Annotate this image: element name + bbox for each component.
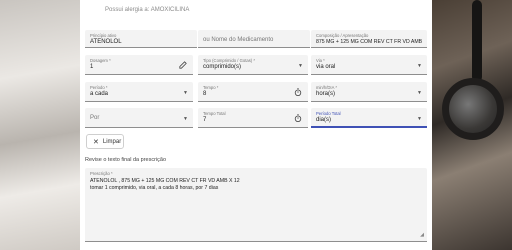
allergy-notice: Possui alergia a: AMOXICILINA: [105, 7, 190, 13]
prescription-line-1: ATENOLOL , 875 MG + 125 MG COM REV CT FR…: [90, 178, 240, 184]
prescription-label: Prescrição *: [90, 171, 113, 176]
stethoscope-tube: [472, 0, 482, 82]
prescription-textarea[interactable]: Prescrição * ATENOLOL , 875 MG + 125 MG …: [85, 168, 427, 242]
prescription-card: Possui alergia a: AMOXICILINA Princípio …: [80, 0, 432, 250]
caret-down-icon: ▼: [298, 63, 303, 69]
composition-value: 875 MG + 125 MG COM REV CT FR VD AMB: [316, 39, 423, 45]
principle-label: Princípio ativo: [90, 33, 117, 38]
background-left: [0, 0, 80, 250]
type-select[interactable]: Tipo (Comprimido / Gotas) * comprimido(s…: [198, 55, 308, 75]
stethoscope-chestpiece: [442, 78, 504, 140]
clear-button[interactable]: ✕ Limpar: [86, 134, 124, 149]
time-unit-select[interactable]: min/h/DIA * hora(s) ▼: [311, 82, 427, 102]
stopwatch-icon[interactable]: [294, 88, 302, 96]
route-value: via oral: [316, 64, 336, 70]
total-time-field[interactable]: Tempo Total 7: [198, 108, 308, 128]
route-label: Via *: [316, 58, 325, 63]
principle-value: ATENOLOL: [90, 39, 122, 45]
caret-down-icon: ▼: [417, 90, 422, 96]
pencil-icon[interactable]: [179, 61, 187, 69]
close-icon: ✕: [93, 138, 99, 146]
dosage-field[interactable]: Dosagem * 1: [85, 55, 193, 75]
for-placeholder: Por: [90, 115, 100, 121]
period-select[interactable]: Período * a cada ▼: [85, 82, 193, 102]
total-period-select[interactable]: Período Total dia(s) ▼: [311, 108, 427, 128]
period-label: Período *: [90, 85, 108, 90]
clear-button-label: Limpar: [102, 138, 122, 145]
type-value: comprimido(s): [203, 64, 242, 70]
principle-field[interactable]: Princípio ativo ATENOLOL: [85, 30, 197, 48]
review-heading: Revise o texto final da prescrição: [85, 157, 167, 163]
caret-down-icon: ▼: [417, 116, 422, 122]
background-right-stethoscope: [432, 0, 512, 250]
route-select[interactable]: Via * via oral ▼: [311, 55, 427, 75]
type-label: Tipo (Comprimido / Gotas) *: [203, 58, 255, 63]
time-value: 8: [203, 91, 207, 97]
dosage-value: 1: [90, 64, 94, 70]
total-time-label: Tempo Total: [203, 111, 226, 116]
dosage-label: Dosagem *: [90, 58, 111, 63]
composition-label: Composição / Apresentação: [316, 33, 369, 38]
medicine-name-field[interactable]: ou Nome do Medicamento: [198, 30, 310, 48]
time-field[interactable]: Tempo * 8: [198, 82, 308, 102]
period-value: a cada: [90, 91, 109, 97]
caret-down-icon: ▼: [183, 90, 188, 96]
medicine-name-placeholder: ou Nome do Medicamento: [203, 37, 274, 43]
for-select[interactable]: Por ▼: [85, 108, 193, 128]
caret-down-icon: ▼: [417, 63, 422, 69]
total-period-value: dia(s): [316, 117, 332, 123]
time-label: Tempo *: [203, 85, 219, 90]
composition-field[interactable]: Composição / Apresentação 875 MG + 125 M…: [311, 30, 427, 48]
total-time-value: 7: [203, 117, 207, 123]
time-unit-label: min/h/DIA *: [316, 85, 337, 90]
time-unit-value: hora(s): [316, 91, 336, 97]
prescription-line-2: tomar 1 comprimido, via oral, a cada 8 h…: [90, 185, 219, 191]
total-period-label: Período Total: [316, 111, 341, 116]
caret-down-icon: ▼: [183, 116, 188, 122]
resize-handle-icon[interactable]: ◢: [420, 232, 424, 238]
stopwatch-icon[interactable]: [294, 114, 302, 122]
